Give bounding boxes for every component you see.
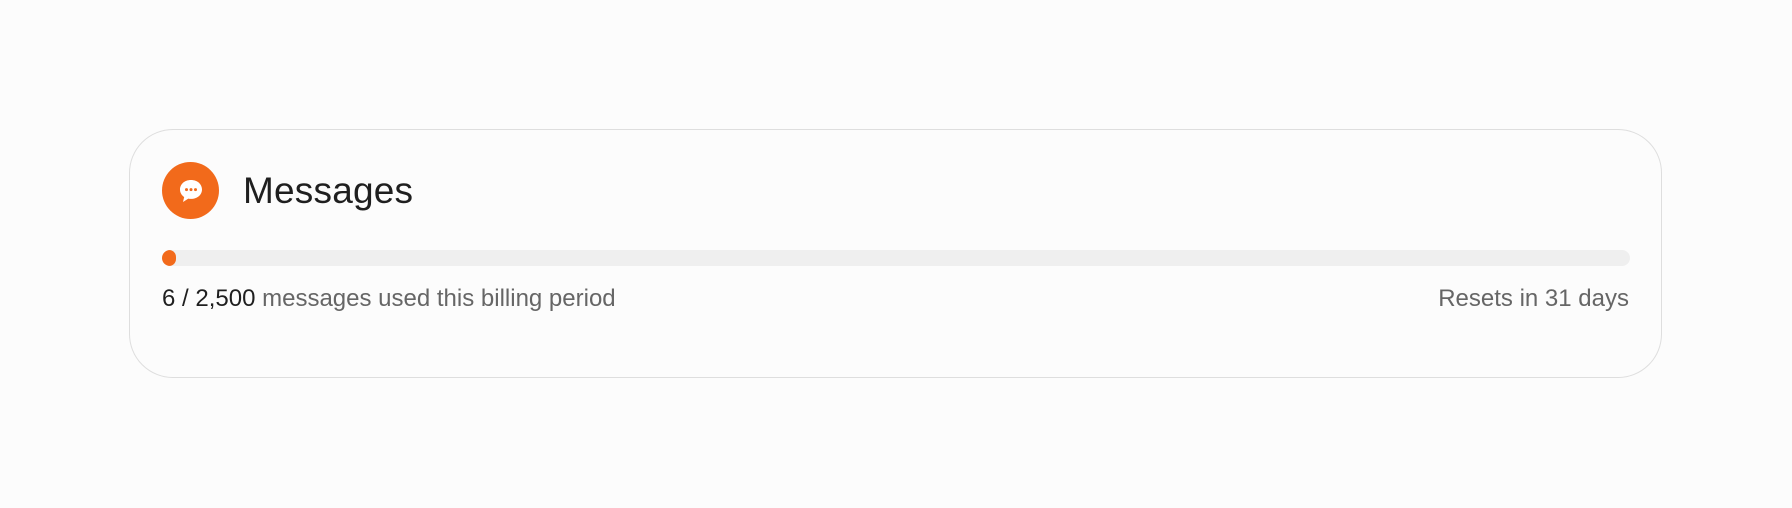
usage-summary: 6 / 2,500 messages used this billing per… <box>162 285 616 313</box>
usage-limit: 2,500 <box>195 285 256 312</box>
usage-description: messages used this billing period <box>262 285 616 312</box>
messages-icon-badge <box>162 162 219 219</box>
card-header: Messages <box>162 162 413 219</box>
usage-separator: / <box>182 285 189 312</box>
usage-progress-fill <box>162 250 176 266</box>
card-title: Messages <box>243 169 414 211</box>
usage-info-row: 6 / 2,500 messages used this billing per… <box>162 285 1629 313</box>
messages-usage-card: Messages 6 / 2,500 messages used this bi… <box>129 129 1662 378</box>
chat-bubble-icon <box>179 179 202 202</box>
usage-used-count: 6 <box>162 285 176 312</box>
reset-info: Resets in 31 days <box>1438 285 1629 312</box>
usage-progress-bar <box>162 250 1630 266</box>
